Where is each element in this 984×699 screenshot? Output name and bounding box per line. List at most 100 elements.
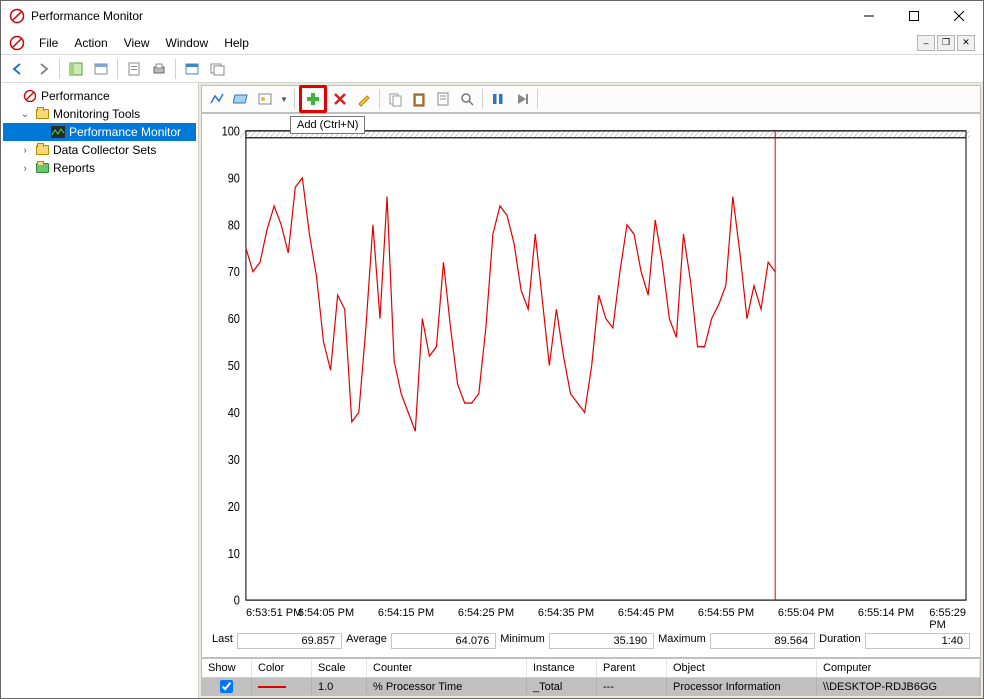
menu-file[interactable]: File <box>31 33 66 53</box>
col-parent[interactable]: Parent <box>597 659 667 677</box>
mdi-restore-button[interactable]: ❐ <box>937 35 955 51</box>
x-tick: 6:54:15 PM <box>378 607 434 619</box>
row-counter: % Processor Time <box>367 678 527 695</box>
view-graph-button[interactable] <box>206 88 228 110</box>
svg-text:40: 40 <box>228 405 241 420</box>
svg-text:50: 50 <box>228 358 241 373</box>
x-tick: 6:55:29 PM <box>929 607 966 631</box>
new-window-button[interactable] <box>206 58 228 80</box>
tree-label: Reports <box>53 161 95 175</box>
menu-action[interactable]: Action <box>66 33 115 53</box>
stat-min-value: 35.190 <box>549 633 654 649</box>
close-button[interactable] <box>936 2 981 30</box>
dropdown-arrow[interactable]: ▼ <box>278 95 290 104</box>
zoom-button[interactable] <box>456 88 478 110</box>
freeze-button[interactable] <box>487 88 509 110</box>
grid-row[interactable]: 1.0 % Processor Time _Total --- Processo… <box>202 678 980 695</box>
grid-header: Show Color Scale Counter Instance Parent… <box>202 659 980 678</box>
chart-x-axis: 6:53:51 PM6:54:05 PM 6:54:15 PM 6:54:25 PM… <box>246 607 966 623</box>
print-button[interactable] <box>148 58 170 80</box>
stat-dur-value: 1:40 <box>865 633 970 649</box>
row-computer: \\DESKTOP-RDJB6GG <box>817 678 980 695</box>
menu-bar: File Action View Window Help – ❐ ✕ <box>1 31 983 55</box>
view-report-button[interactable] <box>254 88 276 110</box>
counter-grid[interactable]: Show Color Scale Counter Instance Parent… <box>201 658 981 696</box>
col-computer[interactable]: Computer <box>817 659 980 677</box>
copy-button[interactable] <box>384 88 406 110</box>
tree-reports[interactable]: › Reports <box>3 159 196 177</box>
update-button[interactable] <box>511 88 533 110</box>
stat-min-label: Minimum <box>500 633 545 649</box>
menu-help[interactable]: Help <box>216 33 257 53</box>
outer-toolbar <box>1 55 983 83</box>
col-instance[interactable]: Instance <box>527 659 597 677</box>
forward-button[interactable] <box>32 58 54 80</box>
toolbar-separator <box>379 89 380 109</box>
mdi-minimize-button[interactable]: – <box>917 35 935 51</box>
toolbar-separator <box>175 59 176 79</box>
row-show-checkbox[interactable] <box>220 680 233 693</box>
properties-button[interactable] <box>432 88 454 110</box>
tree-monitoring-tools[interactable]: ⌄ Monitoring Tools <box>3 105 196 123</box>
svg-text:0: 0 <box>234 593 240 607</box>
delete-counter-button[interactable] <box>329 88 351 110</box>
col-object[interactable]: Object <box>667 659 817 677</box>
row-scale: 1.0 <box>312 678 367 695</box>
col-color[interactable]: Color <box>252 659 312 677</box>
col-scale[interactable]: Scale <box>312 659 367 677</box>
app-icon <box>9 8 25 24</box>
title-bar: Performance Monitor <box>1 1 983 31</box>
toolbar-separator <box>537 89 538 109</box>
x-tick: 6:53:51 PM <box>246 607 302 619</box>
maximize-button[interactable] <box>891 2 936 30</box>
svg-text:30: 30 <box>228 452 241 467</box>
svg-text:60: 60 <box>228 311 241 326</box>
window-title: Performance Monitor <box>31 9 846 23</box>
tree-performance-monitor[interactable]: Performance Monitor <box>3 123 196 141</box>
svg-text:20: 20 <box>228 499 241 514</box>
x-tick: 6:54:05 PM <box>298 607 354 619</box>
back-button[interactable] <box>7 58 29 80</box>
stat-avg-value: 64.076 <box>391 633 496 649</box>
tree-root-performance[interactable]: Performance <box>3 87 196 105</box>
menu-view[interactable]: View <box>116 33 158 53</box>
view-histogram-button[interactable] <box>230 88 252 110</box>
col-show[interactable]: Show <box>202 659 252 677</box>
svg-text:70: 70 <box>228 265 241 280</box>
mdi-close-button[interactable]: ✕ <box>957 35 975 51</box>
row-parent: --- <box>597 678 667 695</box>
menu-window[interactable]: Window <box>158 33 217 53</box>
x-tick: 6:54:35 PM <box>538 607 594 619</box>
row-instance: _Total <box>527 678 597 695</box>
x-tick: 6:54:25 PM <box>458 607 514 619</box>
tree-label: Data Collector Sets <box>53 143 156 157</box>
properties-button[interactable] <box>90 58 112 80</box>
x-tick: 6:54:45 PM <box>618 607 674 619</box>
stat-last-label: Last <box>212 633 233 649</box>
stat-max-value: 89.564 <box>710 633 815 649</box>
svg-text:10: 10 <box>228 546 241 561</box>
tree-pane[interactable]: Performance ⌄ Monitoring Tools Performan… <box>1 83 199 698</box>
row-object: Processor Information <box>667 678 817 695</box>
chart-area[interactable]: 0102030405060708090100 <box>212 124 970 607</box>
tree-label: Performance Monitor <box>69 125 181 139</box>
stat-last-value: 69.857 <box>237 633 342 649</box>
toolbar-separator <box>59 59 60 79</box>
col-counter[interactable]: Counter <box>367 659 527 677</box>
svg-text:80: 80 <box>228 218 241 233</box>
export-button[interactable] <box>123 58 145 80</box>
tree-label: Performance <box>41 89 110 103</box>
minimize-button[interactable] <box>846 2 891 30</box>
paste-button[interactable] <box>408 88 430 110</box>
highlight-button[interactable] <box>353 88 375 110</box>
row-color-swatch <box>258 686 286 688</box>
x-tick: 6:54:55 PM <box>698 607 754 619</box>
tree-data-collector-sets[interactable]: › Data Collector Sets <box>3 141 196 159</box>
add-counter-button[interactable] <box>299 85 327 113</box>
x-tick: 6:55:14 PM <box>858 607 914 619</box>
refresh-button[interactable] <box>181 58 203 80</box>
app-icon-small <box>9 35 25 51</box>
x-tick: 6:55:04 PM <box>778 607 834 619</box>
tree-label: Monitoring Tools <box>53 107 140 121</box>
show-hide-tree-button[interactable] <box>65 58 87 80</box>
